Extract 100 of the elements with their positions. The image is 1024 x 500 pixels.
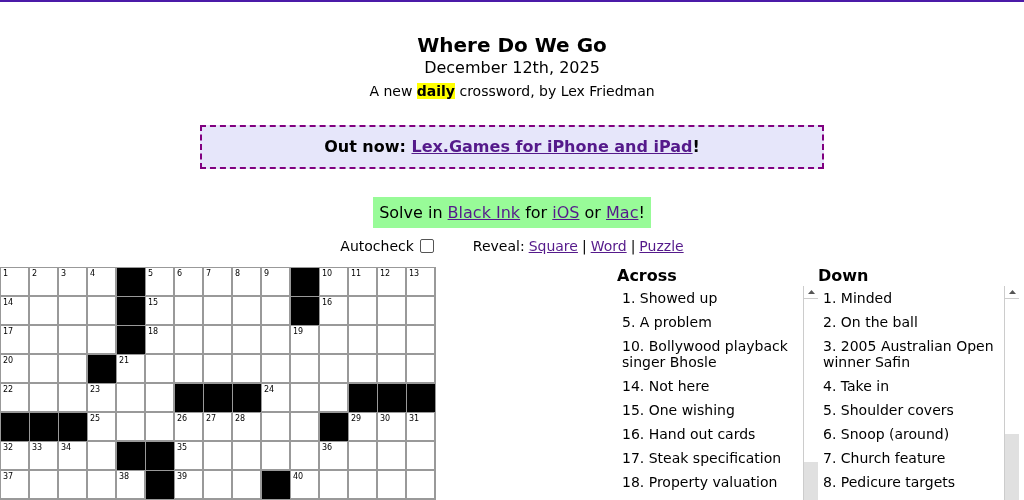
grid-square[interactable] bbox=[175, 297, 202, 324]
grid-square[interactable] bbox=[233, 326, 260, 353]
grid-square[interactable]: 3 bbox=[59, 268, 86, 295]
grid-square[interactable] bbox=[262, 442, 289, 469]
grid-square[interactable]: 35 bbox=[175, 442, 202, 469]
grid-square[interactable]: 25 bbox=[88, 413, 115, 440]
reveal-link[interactable]: Square bbox=[528, 235, 578, 257]
grid-square[interactable]: 14 bbox=[1, 297, 28, 324]
clue-item[interactable]: 3. 2005 Australian Open winner Safin bbox=[818, 334, 1003, 374]
grid-square[interactable]: 23 bbox=[88, 384, 115, 411]
grid-square[interactable] bbox=[349, 471, 376, 498]
grid-square[interactable]: 2 bbox=[30, 268, 57, 295]
clue-item[interactable]: 2. On the ball bbox=[818, 310, 1003, 334]
grid-square[interactable] bbox=[262, 297, 289, 324]
grid-square[interactable] bbox=[30, 326, 57, 353]
grid-square[interactable] bbox=[30, 355, 57, 382]
grid-square[interactable]: 34 bbox=[59, 442, 86, 469]
grid-square[interactable]: 4 bbox=[88, 268, 115, 295]
grid-square[interactable] bbox=[117, 413, 144, 440]
grid-square[interactable]: 26 bbox=[175, 413, 202, 440]
grid-square[interactable] bbox=[349, 355, 376, 382]
grid-square[interactable] bbox=[204, 326, 231, 353]
clue-item[interactable]: 5. Shoulder covers bbox=[818, 398, 1003, 422]
clue-item[interactable]: 1. Showed up bbox=[617, 286, 802, 310]
grid-square[interactable] bbox=[233, 471, 260, 498]
grid-square[interactable]: 1 bbox=[1, 268, 28, 295]
clue-item[interactable]: 1. Minded bbox=[818, 286, 1003, 310]
grid-square[interactable] bbox=[378, 471, 405, 498]
grid-square[interactable] bbox=[233, 355, 260, 382]
grid-square[interactable]: 5 bbox=[146, 268, 173, 295]
clue-item[interactable]: 14. Not here bbox=[617, 374, 802, 398]
grid-square[interactable] bbox=[88, 442, 115, 469]
grid-square[interactable]: 31 bbox=[407, 413, 434, 440]
grid-square[interactable] bbox=[262, 326, 289, 353]
grid-square[interactable] bbox=[407, 442, 434, 469]
grid-square[interactable] bbox=[407, 355, 434, 382]
app-link[interactable]: Mac bbox=[606, 202, 639, 222]
grid-square[interactable] bbox=[407, 326, 434, 353]
grid-square[interactable] bbox=[291, 355, 318, 382]
grid-square[interactable]: 40 bbox=[291, 471, 318, 498]
grid-square[interactable] bbox=[320, 355, 347, 382]
grid-square[interactable]: 21 bbox=[117, 355, 144, 382]
reveal-link[interactable]: Word bbox=[590, 235, 627, 257]
grid-square[interactable]: 10 bbox=[320, 268, 347, 295]
grid-square[interactable] bbox=[59, 384, 86, 411]
scroll-up-icon[interactable] bbox=[808, 290, 815, 294]
grid-square[interactable]: 7 bbox=[204, 268, 231, 295]
clue-item[interactable]: 18. Property valuation bbox=[617, 470, 802, 494]
grid-square[interactable]: 38 bbox=[117, 471, 144, 498]
grid-square[interactable] bbox=[233, 297, 260, 324]
grid-square[interactable]: 24 bbox=[262, 384, 289, 411]
grid-square[interactable]: 30 bbox=[378, 413, 405, 440]
grid-square[interactable]: 13 bbox=[407, 268, 434, 295]
grid-square[interactable] bbox=[175, 355, 202, 382]
grid-square[interactable] bbox=[30, 297, 57, 324]
app-link[interactable]: Black Ink bbox=[447, 202, 521, 222]
grid-square[interactable] bbox=[349, 297, 376, 324]
grid-square[interactable]: 36 bbox=[320, 442, 347, 469]
grid-square[interactable] bbox=[204, 297, 231, 324]
grid-square[interactable]: 37 bbox=[1, 471, 28, 498]
grid-square[interactable]: 22 bbox=[1, 384, 28, 411]
grid-square[interactable] bbox=[233, 442, 260, 469]
grid-square[interactable]: 19 bbox=[291, 326, 318, 353]
grid-square[interactable] bbox=[291, 413, 318, 440]
grid-square[interactable]: 29 bbox=[349, 413, 376, 440]
grid-square[interactable] bbox=[320, 471, 347, 498]
grid-square[interactable] bbox=[146, 384, 173, 411]
grid-square[interactable]: 17 bbox=[1, 326, 28, 353]
clue-item[interactable]: 10. Bollywood playback singer Bhosle bbox=[617, 334, 802, 374]
grid-square[interactable] bbox=[378, 297, 405, 324]
app-link[interactable]: iOS bbox=[552, 202, 580, 222]
clue-item[interactable]: 6. Snoop (around) bbox=[818, 422, 1003, 446]
grid-square[interactable]: 33 bbox=[30, 442, 57, 469]
clue-item[interactable]: 17. Steak specification bbox=[617, 446, 802, 470]
grid-square[interactable] bbox=[175, 326, 202, 353]
grid-square[interactable]: 16 bbox=[320, 297, 347, 324]
grid-square[interactable]: 20 bbox=[1, 355, 28, 382]
grid-square[interactable] bbox=[378, 442, 405, 469]
grid-square[interactable] bbox=[146, 413, 173, 440]
grid-square[interactable] bbox=[378, 326, 405, 353]
grid-square[interactable] bbox=[378, 355, 405, 382]
grid-square[interactable] bbox=[320, 384, 347, 411]
grid-square[interactable] bbox=[117, 384, 144, 411]
grid-square[interactable] bbox=[320, 326, 347, 353]
grid-square[interactable] bbox=[407, 471, 434, 498]
clue-item[interactable]: 8. Pedicure targets bbox=[818, 470, 1003, 494]
grid-square[interactable] bbox=[88, 297, 115, 324]
grid-square[interactable]: 9 bbox=[262, 268, 289, 295]
grid-square[interactable] bbox=[291, 442, 318, 469]
clue-item[interactable]: 16. Hand out cards bbox=[617, 422, 802, 446]
grid-square[interactable] bbox=[59, 471, 86, 498]
grid-square[interactable]: 6 bbox=[175, 268, 202, 295]
scroll-up-icon[interactable] bbox=[1009, 290, 1016, 294]
grid-square[interactable] bbox=[30, 384, 57, 411]
grid-square[interactable] bbox=[262, 413, 289, 440]
autocheck-checkbox[interactable] bbox=[419, 239, 434, 253]
app-link[interactable]: Lex.Games for iPhone and iPad bbox=[411, 137, 693, 156]
grid-square[interactable]: 18 bbox=[146, 326, 173, 353]
grid-square[interactable] bbox=[262, 355, 289, 382]
grid-square[interactable]: 39 bbox=[175, 471, 202, 498]
